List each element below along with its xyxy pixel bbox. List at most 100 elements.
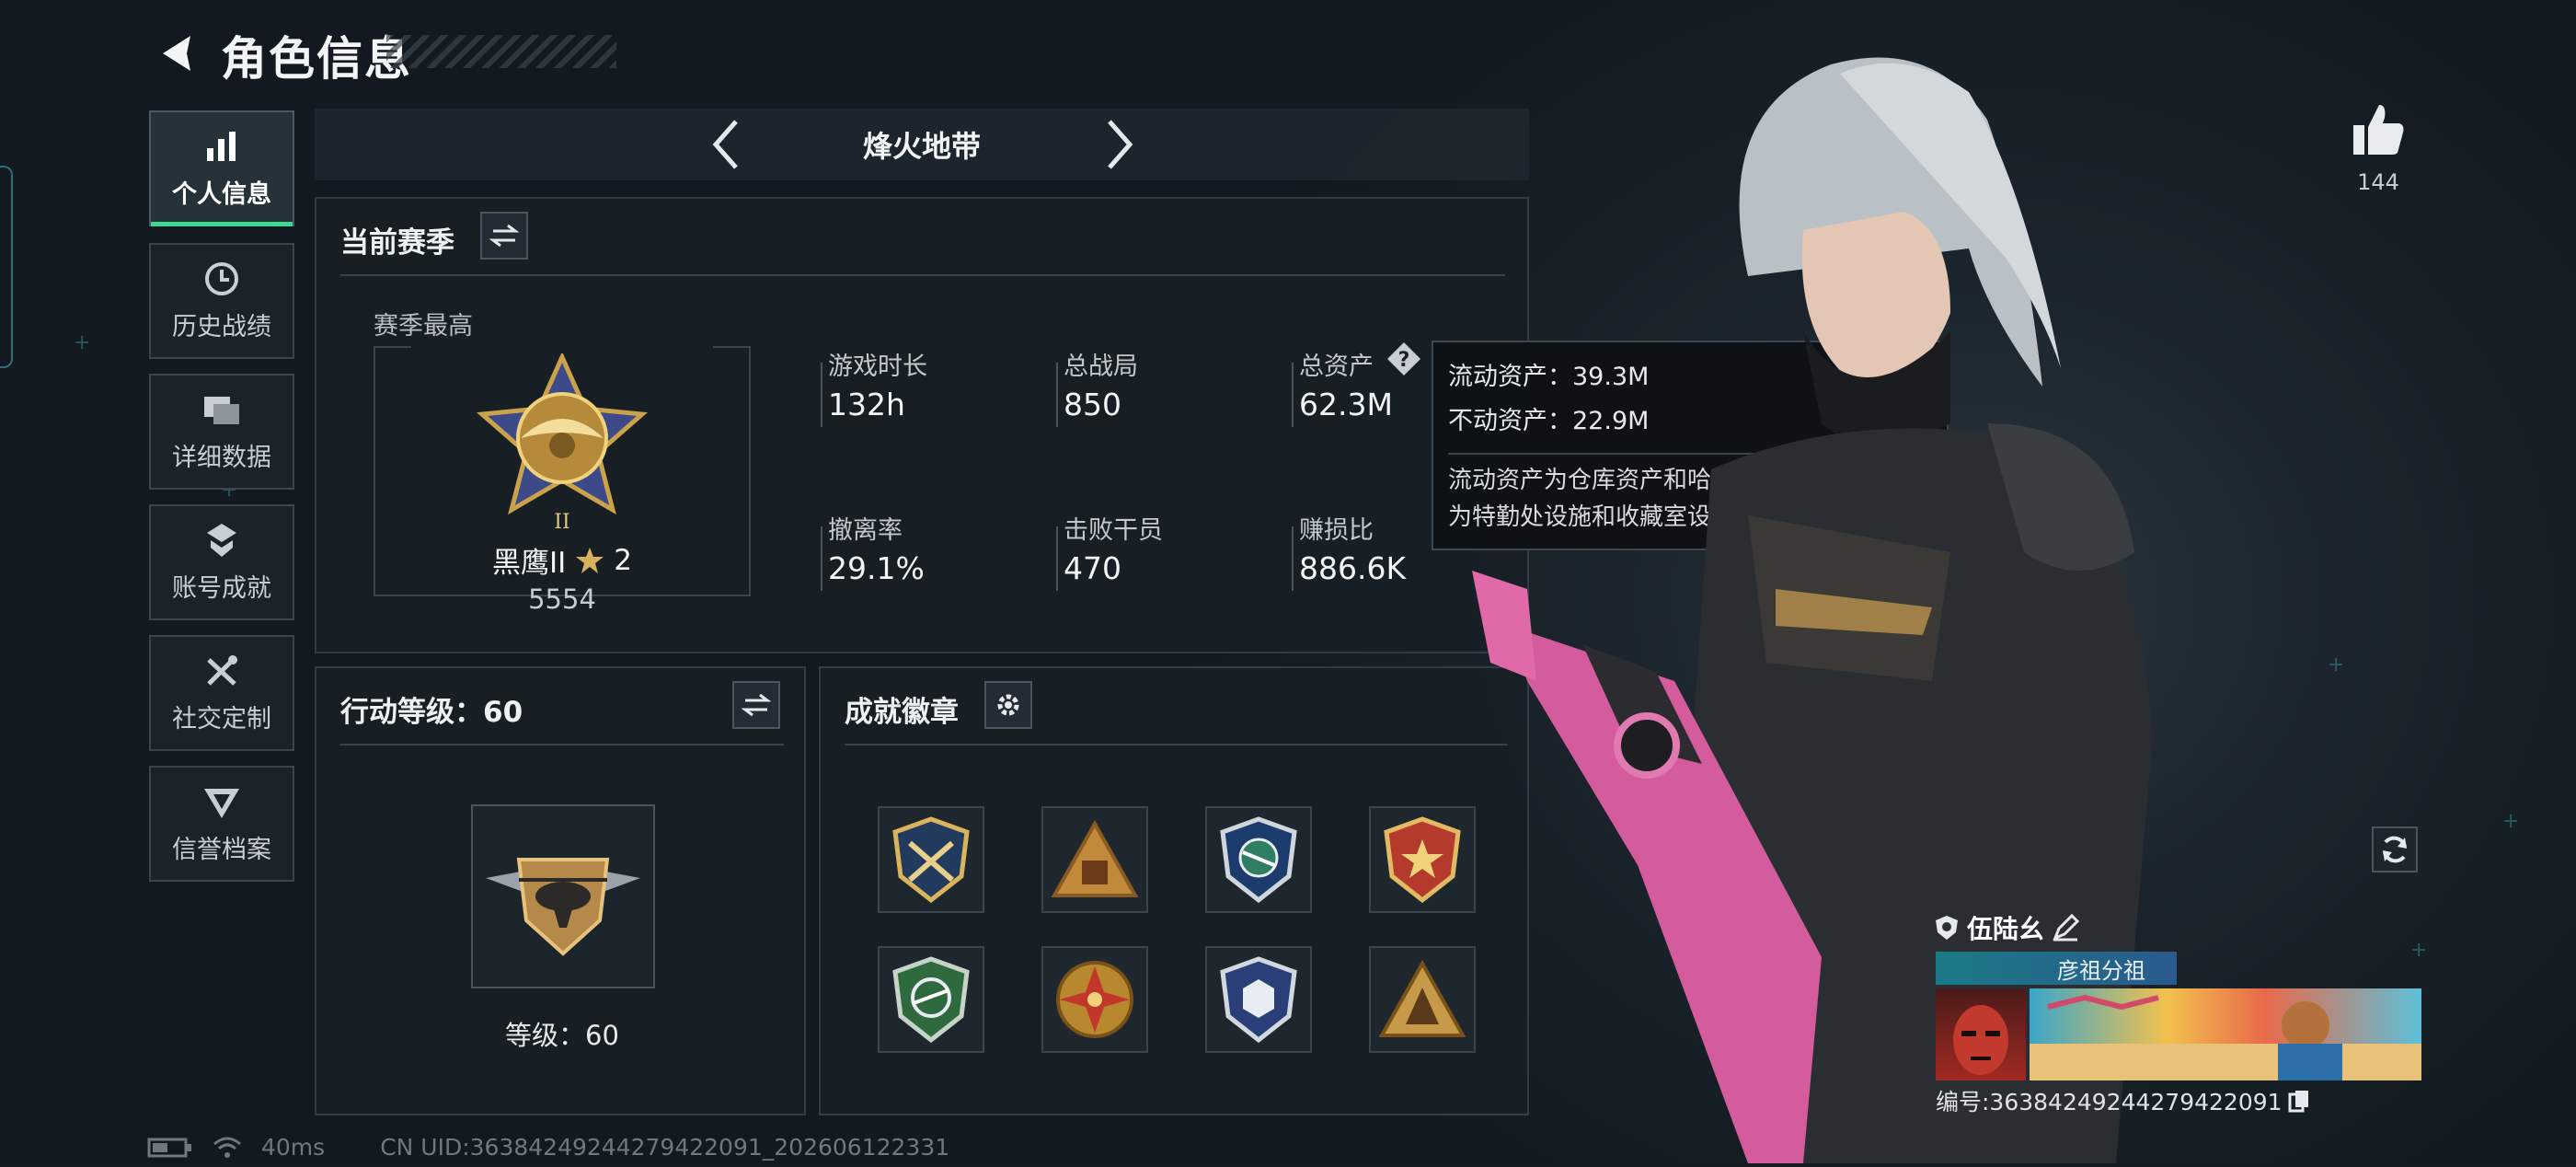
blue-shield-badge-icon (1220, 816, 1297, 904)
next-mode-button[interactable] (1095, 120, 1144, 169)
player-name: 伍陆幺 (1967, 914, 2045, 944)
edit-pencil-icon[interactable] (2052, 914, 2080, 942)
sidebar-item-history[interactable]: 历史战绩 (149, 243, 294, 359)
thumbs-up-icon (2353, 105, 2404, 155)
edge-bracket (0, 166, 13, 368)
star-icon (576, 547, 604, 573)
chevron-right-icon (1108, 120, 1133, 169)
compass-star-badge-icon (1056, 961, 1133, 1038)
stat-value: 62.3M (1299, 387, 1393, 422)
tools-icon (207, 654, 237, 686)
sidebar-item-label: 社交定制 (172, 704, 271, 734)
reputation-icon (204, 788, 239, 818)
player-name-row: 伍陆幺 (1934, 909, 2080, 946)
stat-value: 132h (828, 387, 905, 422)
rotate-character-button[interactable] (2372, 826, 2418, 872)
season-panel: 当前赛季 赛季最高 II 黑鹰II 2 5554 游戏时长 132h 总战局 8… (315, 197, 1529, 653)
cards-icon (204, 396, 239, 424)
achievement-badge[interactable] (1041, 806, 1148, 913)
sidebar-item-social[interactable]: 社交定制 (149, 635, 294, 751)
stat-label: 游戏时长 (828, 352, 927, 381)
action-level-text: 等级：60 (505, 1020, 619, 1051)
rank-name-row: 黑鹰II 2 (374, 539, 751, 581)
swap-icon (489, 224, 519, 248)
sidebar-item-label: 信誉档案 (172, 835, 271, 864)
stat-label: 赚损比 (1299, 516, 1374, 545)
page-title: 角色信息 (221, 32, 412, 86)
achievement-badge[interactable] (878, 806, 984, 913)
divider (340, 274, 1505, 276)
season-best-label: 赛季最高 (374, 312, 473, 341)
stat-label: 总资产 (1299, 352, 1374, 381)
sidebar-item-label: 账号成就 (172, 573, 271, 603)
rank-stars: 2 (614, 543, 633, 577)
achievement-badge[interactable] (1205, 806, 1312, 913)
like-count: 144 (2357, 169, 2399, 195)
divider (340, 744, 784, 745)
stat-value: 886.6K (1299, 550, 1407, 586)
sidebar-item-personal-info[interactable]: 个人信息 (149, 110, 294, 226)
rank-emblem: II (466, 351, 659, 537)
ping-value: 40ms (261, 1134, 326, 1161)
prev-mode-button[interactable] (701, 120, 751, 169)
red-star-badge-icon (1384, 816, 1461, 904)
svg-text:II: II (554, 511, 569, 534)
mode-title: 烽火地带 (862, 129, 981, 164)
assets-help-button[interactable]: ? (1386, 341, 1422, 377)
stat-value: 850 (1064, 387, 1121, 422)
stat-label: 总战局 (1064, 352, 1138, 381)
stat-label: 撤离率 (828, 516, 903, 545)
achievements-settings-button[interactable] (984, 681, 1032, 729)
player-id-row: 编号:36384249244279422091 (1936, 1084, 2310, 1117)
sidebar-item-achievements[interactable]: 账号成就 (149, 504, 294, 620)
rank-name: 黑鹰II (491, 547, 567, 580)
grid-marker: + (74, 331, 91, 354)
sidebar-item-label: 个人信息 (172, 179, 271, 209)
hexagon-shield-badge-icon (1220, 956, 1297, 1044)
triangle-crate-badge-icon (1051, 820, 1139, 897)
action-level-switch-button[interactable] (732, 681, 780, 729)
stat-separator (1292, 363, 1294, 427)
sidebar-item-reputation[interactable]: 信誉档案 (149, 766, 294, 882)
green-shield-badge-icon (892, 956, 970, 1044)
season-switch-button[interactable] (480, 212, 528, 260)
copy-icon[interactable] (2288, 1089, 2310, 1113)
stat-value: 470 (1064, 550, 1121, 586)
mode-selector: 烽火地带 (315, 109, 1529, 180)
eagle-rank-emblem-icon: II (476, 351, 649, 534)
bar-chart-icon (207, 131, 236, 161)
like-button[interactable] (2350, 101, 2407, 158)
clock-icon (205, 261, 238, 295)
svg-text:?: ? (1398, 349, 1410, 372)
rank-score: 5554 (528, 584, 596, 615)
achievements-panel: 成就徽章 (819, 666, 1529, 1115)
action-level-title: 行动等级：60 (340, 696, 523, 729)
stat-separator (1292, 526, 1294, 591)
back-arrow-icon (163, 36, 190, 71)
achievement-badge[interactable] (1369, 946, 1476, 1053)
player-avatar[interactable] (1936, 988, 2026, 1080)
title-stripe (386, 35, 616, 68)
tent-badge-icon (1378, 960, 1466, 1037)
achievements-title: 成就徽章 (845, 696, 959, 729)
achievement-badge[interactable] (1369, 806, 1476, 913)
achievement-badge[interactable] (1041, 946, 1148, 1053)
player-id: 编号:36384249244279422091 (1936, 1089, 2283, 1115)
stat-separator (821, 363, 822, 427)
gear-icon (997, 694, 1019, 716)
player-group-tag: 彦祖分祖 (1936, 952, 2177, 985)
player-card: 伍陆幺 彦祖分祖 编号:36384249244279422091 (1932, 904, 2429, 1115)
beach-banner-illustration (2030, 994, 2421, 1080)
achievement-badge[interactable] (878, 946, 984, 1053)
player-banner[interactable] (2030, 988, 2421, 1080)
stat-separator (1056, 363, 1058, 427)
helicopter-level-emblem-icon (486, 858, 640, 956)
crossed-rifles-badge-icon (892, 816, 970, 904)
back-button[interactable] (147, 26, 202, 81)
swap-icon (742, 693, 771, 717)
uid-text: CN UID:36384249244279422091_202606122331 (380, 1134, 950, 1161)
player-group: 彦祖分祖 (2057, 957, 2145, 984)
divider (845, 744, 1507, 745)
sidebar-item-details[interactable]: 详细数据 (149, 374, 294, 490)
achievement-badge[interactable] (1205, 946, 1312, 1053)
